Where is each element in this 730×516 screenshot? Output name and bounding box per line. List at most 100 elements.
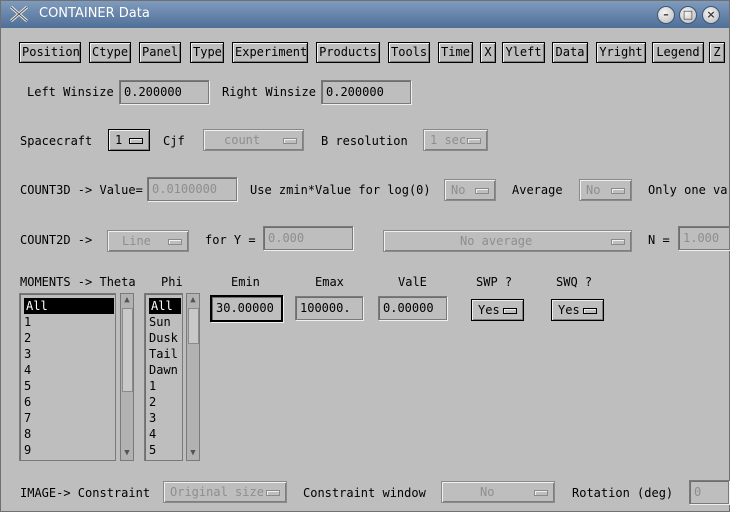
rotation-field[interactable]: 0	[689, 480, 729, 504]
spacecraft-select[interactable]: 1	[108, 129, 150, 151]
constraint-window-label: Constraint window	[303, 486, 426, 500]
app-icon	[10, 5, 28, 23]
count3d-value-field[interactable]: 0.0100000	[147, 177, 237, 201]
emin-field[interactable]: 30.00000	[210, 295, 283, 322]
list-item[interactable]: Tail	[149, 346, 178, 362]
constraint-value: Original size	[170, 485, 264, 499]
theta-item-all[interactable]: All	[24, 298, 114, 314]
list-item[interactable]: 9	[24, 442, 31, 458]
list-item[interactable]: Dusk	[149, 330, 178, 346]
menu-yleft-button[interactable]: Yleft	[502, 42, 545, 63]
menu-panel-button[interactable]: Panel	[139, 42, 181, 63]
list-item[interactable]: 5	[24, 378, 31, 394]
list-item[interactable]: 7	[24, 410, 31, 426]
menu-yright-button[interactable]: Yright	[596, 42, 646, 63]
swq-select[interactable]: Yes	[551, 299, 604, 321]
theta-scrollbar[interactable]: ▲ ▼	[120, 293, 134, 461]
option-menu-icon	[583, 308, 597, 314]
zmin-select[interactable]: No	[444, 179, 496, 201]
phi-scrollbar[interactable]: ▲ ▼	[186, 293, 200, 461]
phi-list[interactable]: All Sun Dusk Tail Dawn 1 2 3 4 5	[144, 293, 183, 461]
no-average-select[interactable]: No average	[383, 230, 632, 252]
swp-label: SWP ?	[476, 275, 513, 289]
menu-legend-button[interactable]: Legend	[652, 42, 704, 63]
emin-label: Emin	[231, 275, 260, 289]
no-average-value: No average	[460, 234, 533, 248]
menu-type-button[interactable]: Type	[190, 42, 224, 63]
spacecraft-value: 1	[115, 133, 123, 147]
list-item[interactable]: 3	[149, 410, 156, 426]
list-item[interactable]: 2	[24, 330, 31, 346]
menu-tools-button[interactable]: Tools	[388, 42, 430, 63]
list-item[interactable]: Sun	[149, 314, 171, 330]
left-winsize-label: Left Winsize	[27, 85, 114, 99]
scroll-up-icon[interactable]: ▲	[188, 295, 198, 305]
minimize-icon[interactable]: –	[657, 6, 675, 24]
zmin-value: No	[451, 183, 466, 197]
list-item[interactable]: 1	[149, 378, 156, 394]
left-winsize-field[interactable]: 0.200000	[119, 80, 209, 104]
cjf-value: count	[224, 133, 261, 147]
count2d-mode-select[interactable]: Line	[107, 230, 189, 252]
count3d-label: COUNT3D -> Value=	[20, 183, 143, 197]
phi-item-all[interactable]: All	[149, 298, 181, 314]
average-select[interactable]: No	[579, 179, 632, 201]
menu-time-button[interactable]: Time	[438, 42, 473, 63]
option-menu-icon	[611, 239, 625, 245]
option-menu-icon	[266, 490, 280, 496]
menu-z-button[interactable]: Z	[709, 42, 725, 63]
scroll-thumb[interactable]	[188, 308, 199, 344]
list-item[interactable]: Dawn	[149, 362, 178, 378]
list-item[interactable]: 2	[149, 394, 156, 410]
vale-label: ValE	[398, 275, 427, 289]
theta-list[interactable]: All 1 2 3 4 5 6 7 8 9	[19, 293, 116, 461]
cjf-label: Cjf	[163, 134, 185, 148]
for-y-field[interactable]: 0.000	[263, 226, 353, 250]
b-resolution-value: 1 sec	[430, 133, 467, 147]
menu-products-button[interactable]: Products	[316, 42, 380, 63]
window-title: CONTAINER Data	[39, 6, 150, 21]
constraint-window-value: No	[480, 485, 495, 499]
list-item[interactable]: 3	[24, 346, 31, 362]
list-item[interactable]: 4	[149, 426, 156, 442]
container-data-window: CONTAINER Data – □ × Position Ctype Pane…	[0, 0, 730, 512]
menu-data-button[interactable]: Data	[552, 42, 588, 63]
right-winsize-field[interactable]: 0.200000	[321, 80, 411, 104]
scroll-up-icon[interactable]: ▲	[122, 295, 132, 305]
n-label: N =	[648, 233, 670, 247]
title-bar[interactable]: CONTAINER Data – □ ×	[1, 1, 729, 28]
average-value: No	[586, 183, 601, 197]
scroll-down-icon[interactable]: ▼	[122, 448, 132, 458]
vale-field[interactable]: 0.00000	[378, 296, 447, 320]
cjf-select[interactable]: count	[203, 129, 304, 151]
list-item[interactable]: 8	[24, 426, 31, 442]
list-item[interactable]: 1	[24, 314, 31, 330]
constraint-window-select[interactable]: No	[441, 481, 555, 503]
swp-value: Yes	[478, 303, 500, 317]
menu-x-button[interactable]: X	[480, 42, 496, 63]
constraint-select[interactable]: Original size	[163, 481, 287, 503]
image-constraint-label: IMAGE-> Constraint	[20, 486, 151, 500]
emax-label: Emax	[315, 275, 344, 289]
list-item[interactable]: 6	[24, 394, 31, 410]
close-icon[interactable]: ×	[702, 6, 720, 24]
scroll-thumb[interactable]	[122, 308, 133, 392]
n-field[interactable]: 1.000	[678, 226, 730, 250]
emax-field[interactable]: 100000.	[295, 296, 363, 320]
option-menu-icon	[611, 188, 625, 194]
menu-position-button[interactable]: Position	[19, 42, 81, 63]
menu-experiment-button[interactable]: Experiment	[232, 42, 308, 63]
menu-ctype-button[interactable]: Ctype	[89, 42, 131, 63]
zmin-label: Use zmin*Value for log(0)	[250, 183, 431, 197]
phi-label: Phi	[161, 275, 183, 289]
maximize-icon[interactable]: □	[679, 6, 697, 24]
list-item[interactable]: 5	[149, 442, 156, 458]
scroll-down-icon[interactable]: ▼	[188, 448, 198, 458]
option-menu-icon	[129, 138, 143, 144]
swq-label: SWQ ?	[556, 275, 593, 289]
swp-select[interactable]: Yes	[471, 299, 524, 321]
swq-value: Yes	[558, 303, 580, 317]
option-menu-icon	[534, 490, 548, 496]
list-item[interactable]: 4	[24, 362, 31, 378]
b-resolution-select[interactable]: 1 sec	[423, 129, 488, 151]
